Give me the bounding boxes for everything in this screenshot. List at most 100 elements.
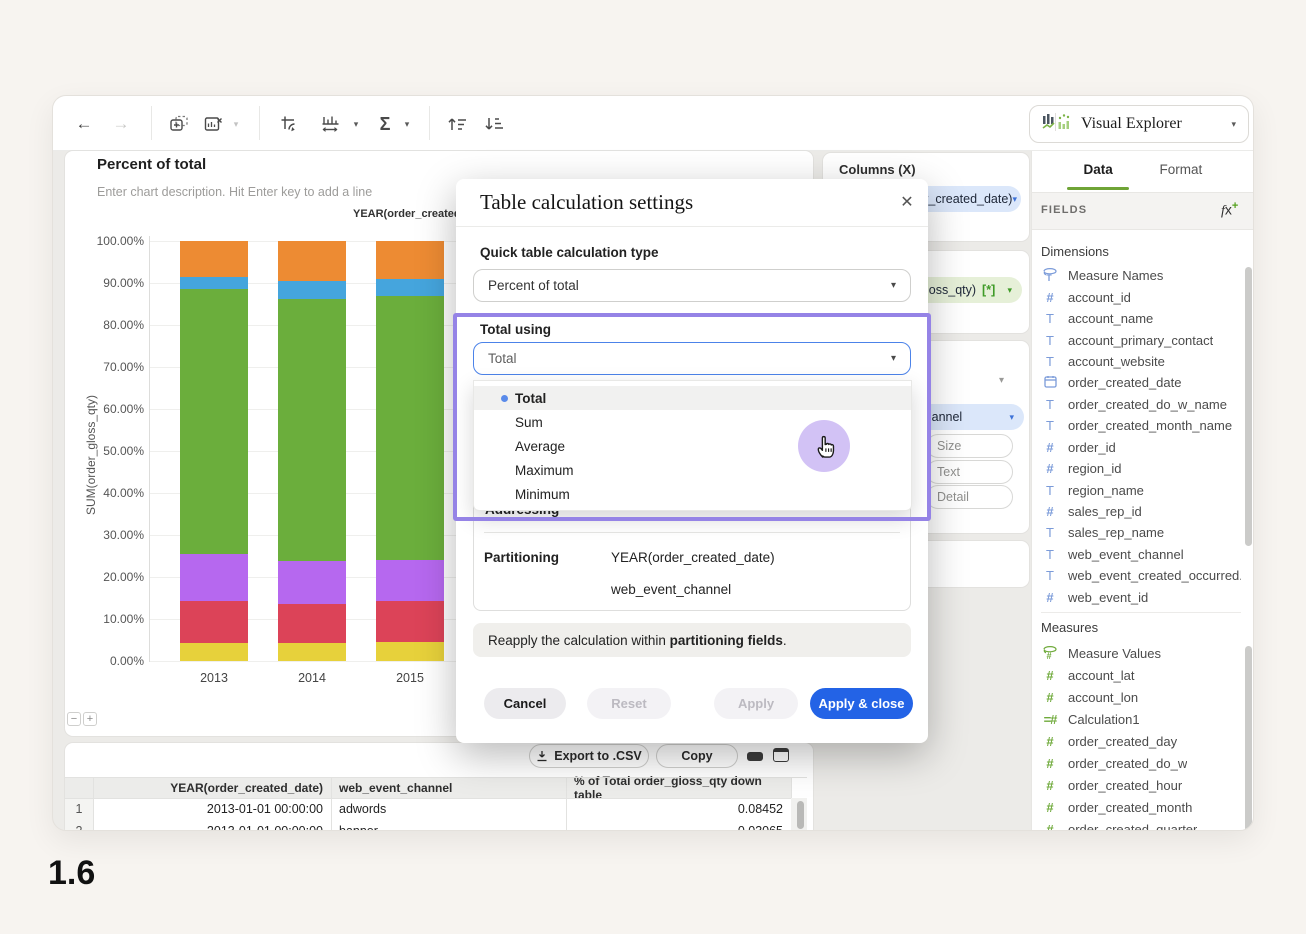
tab-format[interactable]: Format <box>1160 162 1203 177</box>
field-item[interactable]: Torder_created_do_w_name <box>1041 394 1241 415</box>
field-item[interactable]: Tweb_event_channel <box>1041 544 1241 565</box>
field-item[interactable]: #order_created_quarter <box>1041 818 1241 831</box>
number-icon: # <box>1041 668 1059 683</box>
quick-calc-select[interactable]: Percent of total ▾ <box>473 269 911 302</box>
field-item[interactable]: #order_id <box>1041 437 1241 458</box>
size-shelf[interactable]: Size <box>926 434 1013 458</box>
bar-segment-segment-orange[interactable] <box>278 241 346 281</box>
bar-segment-segment-orange[interactable] <box>376 241 444 279</box>
bar-width-chevron-icon[interactable]: ▾ <box>342 110 370 138</box>
bar-segment-segment-green[interactable] <box>278 299 346 562</box>
field-item[interactable]: #account_lon <box>1041 687 1241 709</box>
toolbar: ← → ▾ ▾ Σ ▾ Visual Explor <box>53 96 1254 151</box>
table-scrollbar-thumb[interactable] <box>797 801 804 829</box>
field-name: order_created_quarter <box>1068 822 1197 831</box>
bar-segment-segment-orange[interactable] <box>180 241 248 277</box>
sort-descending-icon[interactable] <box>480 110 508 138</box>
tab-data[interactable]: Data <box>1084 162 1113 177</box>
text-shelf[interactable]: Text <box>926 460 1013 484</box>
field-name: region_id <box>1068 461 1122 476</box>
bar-segment-segment-yellow[interactable] <box>376 642 444 661</box>
bar-segment-segment-red[interactable] <box>180 601 248 643</box>
reset-button[interactable]: Reset <box>587 688 671 719</box>
zoom-out-button[interactable]: − <box>67 712 81 726</box>
table-header-cell[interactable] <box>65 777 93 798</box>
field-name: account_lon <box>1068 690 1138 705</box>
create-calculation-icon[interactable]: fx+ <box>1221 200 1238 220</box>
remove-chart-chevron-icon[interactable]: ▾ <box>222 110 250 138</box>
aggregate-chevron-icon[interactable]: ▾ <box>393 110 421 138</box>
zoom-in-button[interactable]: + <box>83 712 97 726</box>
field-item[interactable]: Tweb_event_created_occurred... <box>1041 565 1241 586</box>
export-csv-label: Export to .CSV <box>554 749 642 763</box>
partitioning-field: YEAR(order_created_date) <box>611 550 775 565</box>
detail-shelf[interactable]: Detail <box>926 485 1013 509</box>
swap-axes-icon[interactable] <box>275 110 303 138</box>
cancel-button[interactable]: Cancel <box>484 688 566 719</box>
field-item[interactable]: TMeasure Names <box>1041 265 1241 286</box>
table-header-cell[interactable]: web_event_channel <box>331 777 566 798</box>
text-icon: T <box>1041 354 1059 369</box>
field-item[interactable]: Taccount_website <box>1041 351 1241 372</box>
field-item[interactable]: Tsales_rep_name <box>1041 522 1241 543</box>
table-header-cell[interactable]: % of Total order_gloss_qty down table <box>566 777 791 798</box>
lasso-text-icon: T <box>1041 267 1059 285</box>
back-arrow-icon[interactable]: ← <box>70 110 98 138</box>
quick-calc-label: Quick table calculation type <box>480 245 659 260</box>
field-item[interactable]: Taccount_name <box>1041 308 1241 329</box>
x-axis-tick-label: 2014 <box>272 671 352 685</box>
menu-option-total[interactable]: Total <box>474 386 911 410</box>
bar-segment-segment-blue[interactable] <box>278 281 346 298</box>
bar-segment-segment-yellow[interactable] <box>278 643 346 661</box>
field-item[interactable]: #account_id <box>1041 286 1241 307</box>
field-item[interactable]: #order_created_month <box>1041 796 1241 818</box>
bar-segment-segment-green[interactable] <box>376 296 444 561</box>
chart-description-placeholder[interactable]: Enter chart description. Hit Enter key t… <box>97 185 372 199</box>
field-item[interactable]: =#Calculation1 <box>1041 709 1241 731</box>
app-switcher-select[interactable]: Visual Explorer ▾ <box>1029 105 1249 143</box>
copy-button[interactable]: Copy <box>656 744 738 768</box>
export-csv-button[interactable]: Export to .CSV <box>529 744 649 768</box>
bar-segment-segment-purple[interactable] <box>180 554 248 601</box>
field-item[interactable]: order_created_date <box>1041 372 1241 393</box>
field-name: account_name <box>1068 311 1153 326</box>
bar-segment-segment-green[interactable] <box>180 289 248 554</box>
field-item[interactable]: #web_event_id <box>1041 587 1241 608</box>
field-item[interactable]: Tregion_name <box>1041 479 1241 500</box>
bar-segment-segment-blue[interactable] <box>376 279 444 296</box>
maximize-table-icon[interactable] <box>773 748 789 762</box>
table-cell: 2013-01-01 00:00:00 <box>93 798 331 820</box>
close-icon[interactable]: ✕ <box>896 192 918 214</box>
bar-segment-segment-purple[interactable] <box>376 560 444 601</box>
duplicate-chart-icon[interactable] <box>165 110 193 138</box>
menu-option-maximum[interactable]: Maximum <box>474 458 911 482</box>
sort-ascending-icon[interactable] <box>443 110 471 138</box>
bar-segment-segment-yellow[interactable] <box>180 643 248 661</box>
field-item[interactable]: #sales_rep_id <box>1041 501 1241 522</box>
field-item[interactable]: #order_created_hour <box>1041 774 1241 796</box>
field-item[interactable]: Taccount_primary_contact <box>1041 329 1241 350</box>
field-item[interactable]: #region_id <box>1041 458 1241 479</box>
bar-segment-segment-purple[interactable] <box>278 561 346 603</box>
bar-segment-segment-blue[interactable] <box>180 277 248 289</box>
field-item[interactable]: #order_created_do_w <box>1041 752 1241 774</box>
measures-scrollbar-thumb[interactable] <box>1245 646 1252 831</box>
field-name: web_event_channel <box>1068 547 1184 562</box>
bar-segment-segment-red[interactable] <box>376 601 444 642</box>
field-item[interactable]: #account_lat <box>1041 665 1241 687</box>
field-item[interactable]: #order_created_day <box>1041 731 1241 753</box>
menu-option-minimum[interactable]: Minimum <box>474 482 911 506</box>
apply-close-button[interactable]: Apply & close <box>810 688 913 719</box>
marks-type-chevron-icon[interactable]: ▾ <box>999 375 1004 386</box>
apply-button[interactable]: Apply <box>714 688 798 719</box>
field-item[interactable]: #Measure Values <box>1041 643 1241 665</box>
bar-segment-segment-red[interactable] <box>278 604 346 643</box>
dimensions-scrollbar-thumb[interactable] <box>1245 267 1252 546</box>
note-bold: partitioning fields <box>670 633 783 648</box>
forward-arrow-icon[interactable]: → <box>107 110 135 138</box>
field-item[interactable]: Torder_created_month_name <box>1041 415 1241 436</box>
chart-title[interactable]: Percent of total <box>97 156 206 173</box>
table-header-cell[interactable]: YEAR(order_created_date) <box>93 777 331 798</box>
minimize-table-icon[interactable] <box>747 752 763 761</box>
total-using-select[interactable]: Total ▾ <box>473 342 911 375</box>
